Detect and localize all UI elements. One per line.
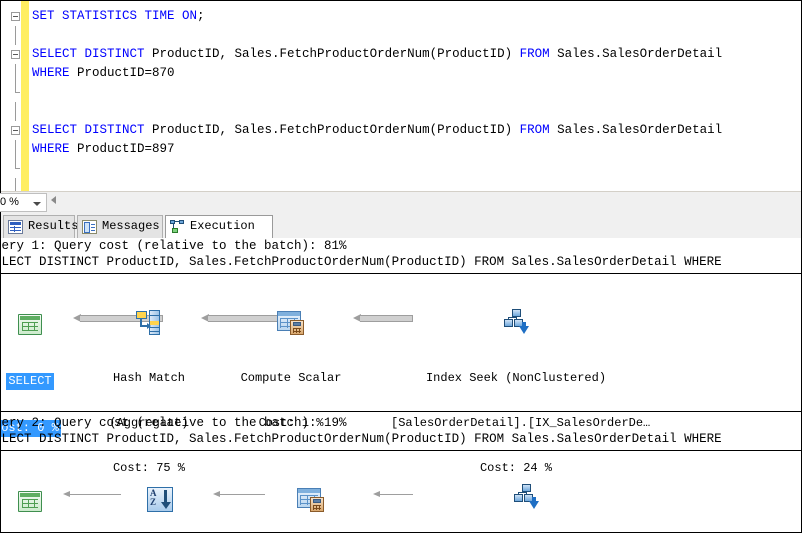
sql-code-line — [1, 102, 801, 121]
sql-code-line: WHERE ProductID=897 — [1, 140, 801, 159]
collapse-toggle-icon[interactable] — [11, 126, 20, 135]
sql-text: ProductID, Sales.FetchProductOrderNum(Pr… — [145, 123, 520, 137]
query-plan-block-2: uery 2: Query cost (relative to the batc… — [1, 415, 801, 447]
sql-code-line: SELECT DISTINCT ProductID, Sales.FetchPr… — [1, 45, 801, 64]
sql-text: Sales.SalesOrderDetail — [550, 47, 723, 61]
sql-keyword: WHERE — [32, 66, 70, 80]
plan-header-divider-1 — [1, 273, 801, 274]
sql-text: ; — [197, 9, 205, 23]
plan-node-select-q2[interactable]: SELECT ost: 0 % — [1, 457, 69, 532]
messages-icon — [82, 220, 97, 234]
sort-icon: AZ — [144, 485, 176, 515]
sql-text: ProductID, Sales.FetchProductOrderNum(Pr… — [145, 47, 520, 61]
outline-guide — [15, 26, 16, 45]
zoom-level-combobox[interactable]: 0 % — [0, 193, 47, 212]
query-1-cost-header: uery 1: Query cost (relative to the batc… — [1, 238, 801, 254]
outline-end-bracket — [15, 83, 16, 93]
sql-code-line: SET STATISTICS TIME ON; — [1, 7, 801, 26]
scroll-left-arrow-icon[interactable] — [51, 196, 56, 204]
sql-keyword: WHERE — [32, 142, 70, 156]
outline-guide — [15, 102, 16, 121]
index-seek-icon — [500, 308, 532, 338]
tab-results[interactable]: Results — [3, 215, 75, 238]
select-result-icon — [14, 310, 46, 340]
compute-scalar-icon — [295, 485, 327, 515]
results-grid-icon — [8, 220, 23, 234]
execution-plan-icon — [170, 220, 185, 234]
zoom-level-value: 0 % — [0, 196, 19, 208]
sql-keyword: SET STATISTICS TIME ON — [32, 9, 197, 23]
sql-keyword: SELECT DISTINCT — [32, 47, 145, 61]
outline-guide — [15, 140, 16, 159]
tab-results-label: Results — [28, 219, 78, 233]
plan-node-compute-scalar-q1-line1: Compute Scalar — [233, 371, 349, 386]
outline-end-bracket — [15, 159, 16, 169]
sql-keyword: FROM — [520, 123, 550, 137]
plan-node-sort-q2[interactable]: AZ Sort (Distinct Sort) Cost: 78 % — [111, 455, 209, 532]
query-2-sql-text: ELECT DISTINCT ProductID, Sales.FetchPro… — [1, 431, 801, 447]
compute-scalar-icon — [275, 308, 307, 338]
sql-text: Sales.SalesOrderDetail — [550, 123, 723, 137]
sql-code-line — [1, 178, 801, 191]
index-seek-icon — [510, 483, 542, 513]
sql-text: ProductID=897 — [70, 142, 175, 156]
sql-code-line: SELECT DISTINCT ProductID, Sales.FetchPr… — [1, 121, 801, 140]
outline-guide — [15, 178, 16, 191]
sql-keyword: FROM — [520, 47, 550, 61]
sql-code-line: WHERE ProductID=870 — [1, 64, 801, 83]
sql-code-area[interactable]: SET STATISTICS TIME ON; SELECT DISTINCT P… — [1, 7, 801, 191]
chevron-down-icon[interactable] — [33, 202, 41, 206]
result-tabs[interactable]: Results Messages Execution plan — [1, 213, 801, 239]
outline-guide — [15, 64, 16, 83]
execution-plan-pane[interactable]: uery 1: Query cost (relative to the batc… — [1, 238, 801, 532]
sql-editor-pane[interactable]: SET STATISTICS TIME ON; SELECT DISTINCT P… — [1, 1, 801, 191]
query-2-cost-header: uery 2: Query cost (relative to the batc… — [1, 415, 801, 431]
plan-node-compute-scalar-q2[interactable]: Compute Scalar Cost: 0 % — [253, 455, 369, 532]
tab-messages-label: Messages — [102, 219, 160, 233]
editor-status-strip: 0 % — [1, 191, 801, 214]
ssms-query-window: SET STATISTICS TIME ON; SELECT DISTINCT P… — [0, 0, 802, 533]
sql-keyword: SELECT DISTINCT — [32, 123, 145, 137]
tab-messages[interactable]: Messages — [77, 215, 163, 238]
hash-match-icon — [133, 308, 165, 338]
plan-header-divider-2 — [1, 450, 801, 451]
query-1-sql-text: ELECT DISTINCT ProductID, Sales.FetchPro… — [1, 254, 801, 270]
query-plan-block-1: uery 1: Query cost (relative to the batc… — [1, 238, 801, 270]
select-result-icon — [14, 487, 46, 517]
sql-code-line — [1, 26, 801, 45]
plan-node-select-q1-label: SELECT — [6, 373, 53, 390]
tab-execution-plan[interactable]: Execution plan — [165, 215, 273, 239]
sql-code-line — [1, 83, 801, 102]
collapse-toggle-icon[interactable] — [11, 12, 20, 21]
plan-query-divider — [1, 411, 801, 412]
sql-code-line — [1, 159, 801, 178]
sql-text: ProductID=870 — [70, 66, 175, 80]
collapse-toggle-icon[interactable] — [11, 50, 20, 59]
plan-node-index-seek-q2[interactable]: Index Seek (NonClustered) [SalesOrderDet… — [401, 453, 651, 532]
